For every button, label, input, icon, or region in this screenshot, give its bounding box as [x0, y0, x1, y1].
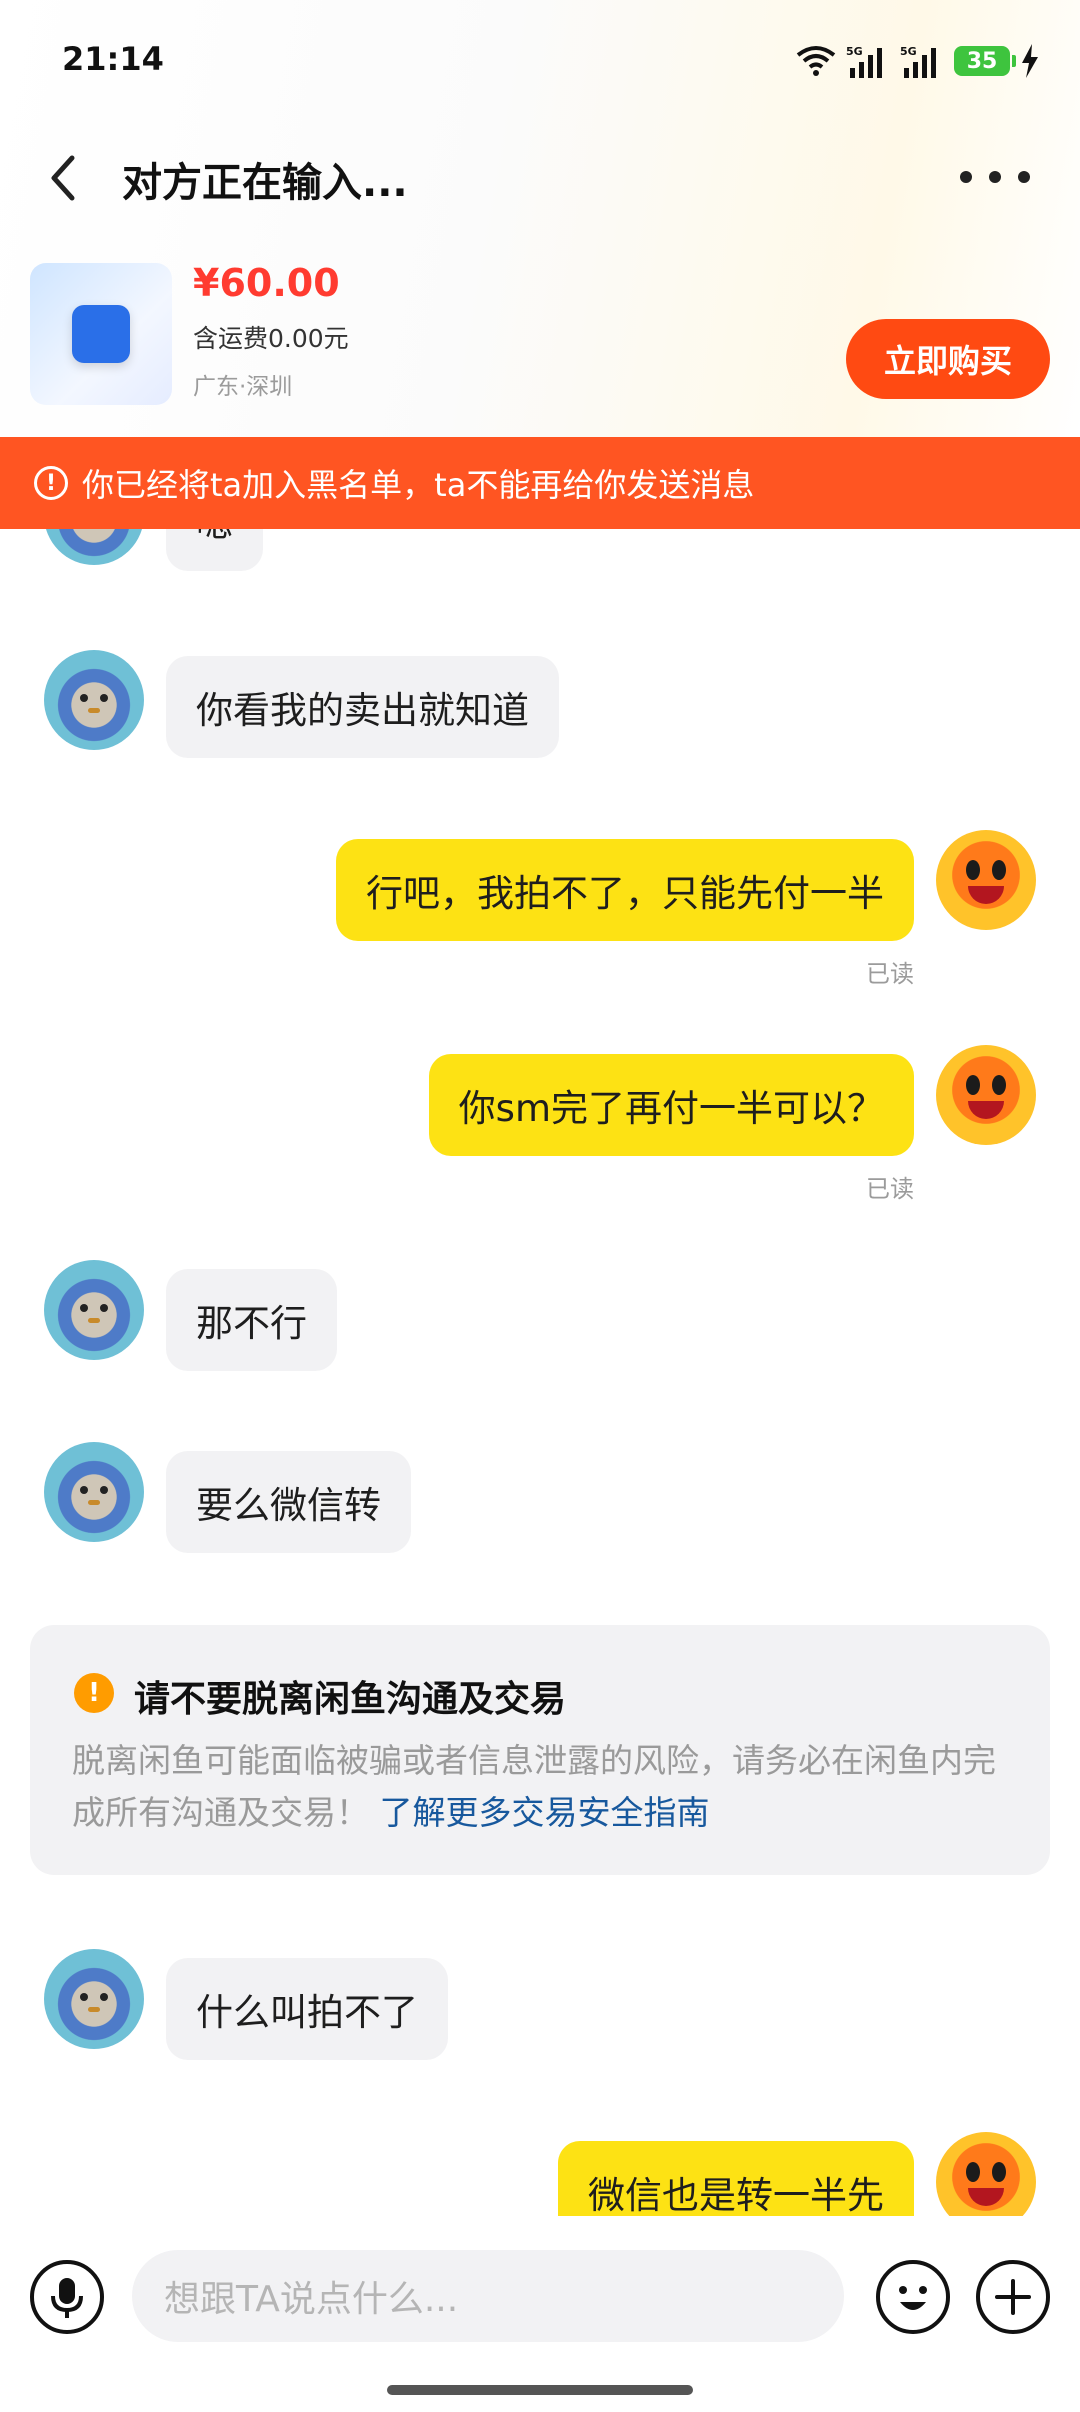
- avatar-mouth: [88, 2007, 100, 2012]
- more-dots-icon: [1018, 171, 1030, 183]
- avatar-eye: [80, 1486, 88, 1494]
- warning-icon: !: [34, 466, 68, 500]
- avatar-mouth: [968, 886, 1004, 904]
- avatar-eye: [100, 1486, 108, 1494]
- svg-text:5G: 5G: [900, 45, 917, 58]
- avatar-eye: [992, 2162, 1006, 2182]
- home-indicator[interactable]: [387, 2385, 693, 2395]
- message-bubble-left[interactable]: 要么微信转: [166, 1451, 411, 1553]
- more-actions-button[interactable]: [976, 2260, 1050, 2334]
- product-thumbnail[interactable]: [30, 263, 172, 405]
- microphone-icon: [51, 2278, 83, 2318]
- avatar-eye: [80, 694, 88, 702]
- emoji-button[interactable]: [876, 2260, 950, 2334]
- blacklist-banner: ! 你已经将ta加入黑名单，ta不能再给你发送消息: [0, 437, 1080, 529]
- status-time: 21:14: [62, 40, 164, 78]
- avatar-mouth: [88, 1500, 100, 1505]
- emoji-icon: [899, 2286, 927, 2310]
- read-receipt: 已读: [866, 1175, 914, 1203]
- avatar-eye: [100, 694, 108, 702]
- avatar-eye: [966, 2162, 980, 2182]
- safety-guide-link[interactable]: 了解更多交易安全指南: [380, 1793, 710, 1832]
- product-location: 广东·深圳: [193, 374, 293, 400]
- notice-title: 请不要脱离闲鱼沟通及交易: [134, 1679, 567, 1720]
- avatar-eye: [80, 1993, 88, 2001]
- avatar-eye: [100, 1993, 108, 2001]
- product-shipping: 含运费0.00元: [193, 324, 349, 353]
- buy-now-button[interactable]: 立即购买: [846, 319, 1050, 399]
- svg-text:5G: 5G: [846, 45, 863, 58]
- avatar-eye: [966, 1075, 980, 1095]
- wifi-icon: [796, 46, 836, 76]
- message-bubble-left[interactable]: 什么叫拍不了: [166, 1958, 448, 2060]
- message-input[interactable]: 想跟TA说点什么...: [132, 2250, 844, 2342]
- message-bubble-right[interactable]: 行吧，我拍不了，只能先付一半: [336, 839, 914, 941]
- contact-avatar[interactable]: [44, 650, 144, 750]
- page-title: 对方正在输入...: [122, 160, 408, 206]
- plus-icon: [995, 2279, 1031, 2315]
- my-avatar[interactable]: [936, 2132, 1036, 2216]
- message-bubble-right[interactable]: 你sm完了再付一半可以？: [428, 1054, 914, 1156]
- notice-body: 脱离闲鱼可能面临被骗或者信息泄露的风险，请务必在闲鱼内完成所有沟通及交易！ 了解…: [72, 1735, 1022, 1839]
- chat-header: 对方正在输入...: [0, 130, 1080, 230]
- app-logo-icon: [72, 305, 130, 363]
- contact-avatar[interactable]: [44, 1260, 144, 1360]
- status-icons: 5G 5G 35: [796, 40, 1040, 82]
- more-button[interactable]: [960, 152, 1030, 202]
- contact-avatar[interactable]: [44, 1949, 144, 2049]
- avatar-mouth: [968, 1101, 1004, 1119]
- avatar-mouth: [968, 2188, 1004, 2206]
- status-bar: 21:14 5G 5G 35: [0, 0, 1080, 120]
- read-receipt: 已读: [866, 960, 914, 988]
- message-bubble-left[interactable]: 嗯: [166, 529, 263, 571]
- contact-avatar[interactable]: [44, 529, 144, 565]
- signal-icon: 5G: [900, 45, 936, 78]
- product-card[interactable]: ¥60.00 含运费0.00元 广东·深圳 立即购买: [0, 255, 1080, 415]
- avatar-eye: [992, 860, 1006, 880]
- contact-avatar[interactable]: [44, 1442, 144, 1542]
- message-bubble-right[interactable]: 微信也是转一半先: [558, 2141, 914, 2216]
- more-dots-icon: [960, 171, 972, 183]
- my-avatar[interactable]: [936, 830, 1036, 930]
- avatar-eye: [966, 860, 980, 880]
- my-avatar[interactable]: [936, 1045, 1036, 1145]
- avatar-eye: [100, 1304, 108, 1312]
- back-button[interactable]: [42, 148, 86, 208]
- avatar-mouth: [88, 708, 100, 713]
- lightning-icon: [1022, 44, 1038, 78]
- voice-button[interactable]: [30, 2260, 104, 2334]
- safety-notice-card: ! 请不要脱离闲鱼沟通及交易 脱离闲鱼可能面临被骗或者信息泄露的风险，请务必在闲…: [30, 1625, 1050, 1875]
- message-bubble-left[interactable]: 你看我的卖出就知道: [166, 656, 559, 758]
- more-dots-icon: [989, 171, 1001, 183]
- message-bubble-left[interactable]: 那不行: [166, 1269, 337, 1371]
- chat-area[interactable]: 嗯 你看我的卖出就知道 行吧，我拍不了，只能先付一半 已读 你sm完了再付一半可…: [0, 529, 1080, 2216]
- avatar-mouth: [88, 1318, 100, 1323]
- product-price: ¥60.00: [193, 261, 340, 305]
- banner-text: 你已经将ta加入黑名单，ta不能再给你发送消息: [82, 466, 755, 504]
- battery-icon: 35: [954, 46, 1016, 76]
- avatar-eye: [992, 1075, 1006, 1095]
- avatar-eye: [80, 1304, 88, 1312]
- input-bar: 想跟TA说点什么...: [0, 2216, 1080, 2412]
- signal-icon: 5G: [846, 45, 882, 78]
- warning-icon: !: [74, 1673, 114, 1713]
- chevron-left-icon: [51, 155, 75, 201]
